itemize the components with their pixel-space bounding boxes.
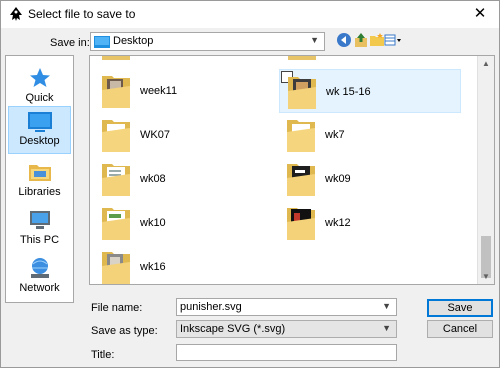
- folder-wk07[interactable]: WK07: [94, 113, 276, 157]
- folder-icon: [102, 252, 130, 284]
- place-label: Desktop: [19, 135, 60, 147]
- save-as-type-label: Save as type:: [91, 325, 158, 337]
- file-name: wk12: [325, 217, 351, 229]
- file-name-label: File name:: [91, 302, 143, 314]
- place-quick-access[interactable]: Quick access: [8, 62, 71, 116]
- network-icon: [30, 258, 49, 278]
- folder-icon: [102, 56, 130, 60]
- save-as-type-select[interactable]: Inkscape SVG (*.svg) ▼: [176, 320, 397, 338]
- file-name: wk16: [140, 261, 166, 273]
- folder-icon: [102, 164, 130, 196]
- file-name: wk 15-16: [326, 86, 371, 98]
- folder-icon: [287, 120, 315, 152]
- places-bar: Quick access Desktop Libraries: [5, 55, 74, 303]
- inkscape-icon: [10, 7, 22, 21]
- file-name: week11: [140, 85, 178, 97]
- folder-wk12[interactable]: wk12: [279, 201, 461, 245]
- save-in-dropdown[interactable]: Desktop ▼: [90, 32, 325, 51]
- file-name: wk08: [140, 173, 166, 185]
- cancel-button[interactable]: Cancel: [427, 320, 493, 338]
- folder-icon: [102, 76, 130, 108]
- file-name: WK07: [140, 129, 170, 141]
- place-desktop[interactable]: Desktop: [8, 106, 71, 154]
- save-dialog: Select file to save to ✕ Save in: Deskto…: [0, 0, 500, 368]
- folder-wk08[interactable]: wk08: [94, 157, 276, 201]
- scroll-up-icon[interactable]: ▲: [482, 59, 490, 68]
- vertical-scrollbar[interactable]: ▲ ▼: [477, 56, 494, 284]
- scroll-down-icon[interactable]: ▼: [482, 272, 490, 281]
- folder-wk16[interactable]: wk16: [94, 245, 276, 284]
- save-in-label: Save in:: [50, 37, 90, 49]
- up-folder-icon[interactable]: [353, 32, 369, 48]
- desktop-icon: [27, 112, 52, 132]
- folder-icon: [288, 56, 316, 60]
- file-name-input[interactable]: punisher.svg ▼: [176, 298, 397, 316]
- save-button[interactable]: Save: [427, 299, 493, 317]
- desktop-folder-icon: [94, 36, 110, 48]
- chevron-down-icon: ▼: [382, 323, 391, 333]
- folder-icon: [102, 120, 130, 152]
- place-this-pc[interactable]: This PC: [8, 204, 71, 252]
- chevron-down-icon[interactable]: ▼: [382, 301, 391, 311]
- close-button[interactable]: ✕: [465, 3, 495, 25]
- save-as-type-value: Inkscape SVG (*.svg): [180, 323, 286, 335]
- file-name: wk10: [140, 217, 166, 229]
- folder-icon: [287, 164, 315, 196]
- folder-icon: [288, 77, 316, 109]
- folder-wk7[interactable]: wk7: [279, 113, 461, 157]
- place-libraries[interactable]: Libraries: [8, 156, 71, 204]
- folder-icon: [287, 208, 315, 240]
- folder-wk-15-16[interactable]: wk 15-16: [279, 69, 461, 113]
- place-label: Libraries: [18, 186, 61, 198]
- title-bar: Select file to save to ✕: [1, 1, 499, 28]
- file-name-value: punisher.svg: [180, 301, 242, 313]
- libraries-icon: [28, 165, 51, 181]
- folder-wk09[interactable]: wk09: [279, 157, 461, 201]
- folder-icon: [102, 208, 130, 240]
- new-folder-icon[interactable]: [369, 32, 385, 48]
- computer-icon: [29, 211, 50, 229]
- chevron-down-icon: ▼: [310, 35, 319, 45]
- title-input[interactable]: [176, 344, 397, 361]
- file-name: wk09: [325, 173, 351, 185]
- place-label: Network: [19, 282, 60, 294]
- file-name: wk7: [325, 129, 345, 141]
- star-icon: [29, 68, 50, 87]
- save-in-value: Desktop: [113, 35, 154, 47]
- back-icon[interactable]: [336, 32, 352, 48]
- window-title: Select file to save to: [28, 7, 136, 21]
- folder-wk10[interactable]: wk10: [94, 201, 276, 245]
- folder-week11[interactable]: week11: [94, 69, 276, 113]
- view-menu-icon[interactable]: [384, 32, 402, 48]
- place-label: This PC: [19, 234, 60, 246]
- file-list[interactable]: week11 wk 15-16 WK07 wk7 wk08 wk09 wk10 …: [89, 55, 495, 285]
- title-label: Title:: [91, 349, 115, 361]
- place-network[interactable]: Network: [8, 252, 71, 300]
